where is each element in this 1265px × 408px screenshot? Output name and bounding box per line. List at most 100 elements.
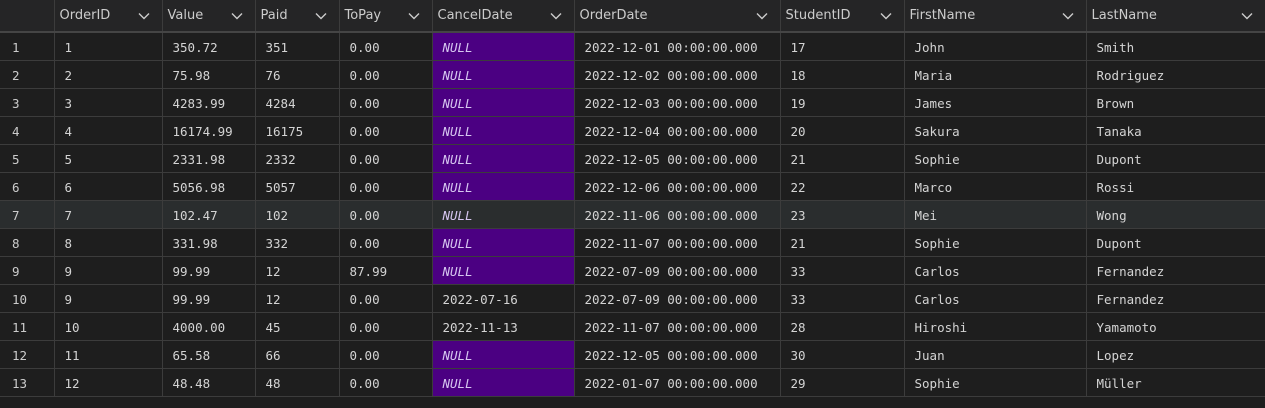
cell-cancel-date[interactable]: NULL <box>432 144 575 173</box>
cell-student-id[interactable]: 22 <box>780 172 905 201</box>
cell-to-pay[interactable]: 0.00 <box>339 340 433 369</box>
table-row[interactable]: 13 12 48.48 48 0.00 NULL 2022-01-07 00:00:00.0… <box>0 368 1265 397</box>
table-row[interactable]: 3 3 4283.99 4284 0.00 NULL 2022-12-03 00:00:00… <box>0 88 1265 117</box>
cell-to-pay[interactable]: 0.00 <box>339 116 433 145</box>
row-number-cell[interactable]: 2 <box>0 60 55 89</box>
cell-student-id[interactable]: 18 <box>780 60 905 89</box>
chevron-down-icon[interactable] <box>406 8 422 24</box>
cell-paid[interactable]: 66 <box>255 340 340 369</box>
cell-order-date[interactable]: 2022-12-05 00:00:00.000 <box>574 340 781 369</box>
cell-cancel-date[interactable]: NULL <box>432 88 575 117</box>
row-number-cell[interactable]: 3 <box>0 88 55 117</box>
cell-first-name[interactable]: James <box>904 88 1087 117</box>
cell-value[interactable]: 65.58 <box>162 340 256 369</box>
row-number-cell[interactable]: 12 <box>0 340 55 369</box>
cell-order-id[interactable]: 8 <box>54 228 163 257</box>
cell-paid[interactable]: 76 <box>255 60 340 89</box>
chevron-down-icon[interactable] <box>229 8 245 24</box>
cell-student-id[interactable]: 21 <box>780 228 905 257</box>
cell-to-pay[interactable]: 0.00 <box>339 60 433 89</box>
cell-student-id[interactable]: 29 <box>780 368 905 397</box>
cell-order-id[interactable]: 7 <box>54 200 163 229</box>
cell-value[interactable]: 48.48 <box>162 368 256 397</box>
cell-order-id[interactable]: 3 <box>54 88 163 117</box>
cell-paid[interactable]: 102 <box>255 200 340 229</box>
cell-paid[interactable]: 48 <box>255 368 340 397</box>
cell-paid[interactable]: 12 <box>255 284 340 313</box>
table-row[interactable]: 6 6 5056.98 5057 0.00 NULL 2022-12-06 00:00:00… <box>0 172 1265 201</box>
cell-order-id[interactable]: 11 <box>54 340 163 369</box>
cell-cancel-date[interactable]: NULL <box>432 172 575 201</box>
cell-order-id[interactable]: 4 <box>54 116 163 145</box>
cell-paid[interactable]: 351 <box>255 32 340 61</box>
cell-last-name[interactable]: Dupont <box>1086 144 1265 173</box>
column-header-paid[interactable]: Paid <box>255 0 340 33</box>
cell-order-id[interactable]: 5 <box>54 144 163 173</box>
cell-last-name[interactable]: Rodriguez <box>1086 60 1265 89</box>
row-number-cell[interactable]: 4 <box>0 116 55 145</box>
cell-last-name[interactable]: Fernandez <box>1086 256 1265 285</box>
table-row[interactable]: 12 11 65.58 66 0.00 NULL 2022-12-05 00:00:00.0… <box>0 340 1265 369</box>
cell-value[interactable]: 350.72 <box>162 32 256 61</box>
column-header-value[interactable]: Value <box>162 0 256 33</box>
cell-value[interactable]: 4283.99 <box>162 88 256 117</box>
cell-last-name[interactable]: Smith <box>1086 32 1265 61</box>
cell-to-pay[interactable]: 0.00 <box>339 32 433 61</box>
cell-order-id[interactable]: 9 <box>54 256 163 285</box>
cell-student-id[interactable]: 19 <box>780 88 905 117</box>
cell-first-name[interactable]: Maria <box>904 60 1087 89</box>
cell-last-name[interactable]: Dupont <box>1086 228 1265 257</box>
cell-order-date[interactable]: 2022-11-07 00:00:00.000 <box>574 228 781 257</box>
row-number-cell[interactable]: 13 <box>0 368 55 397</box>
cell-last-name[interactable]: Wong <box>1086 200 1265 229</box>
cell-order-id[interactable]: 6 <box>54 172 163 201</box>
cell-value[interactable]: 102.47 <box>162 200 256 229</box>
column-header-cancel-date[interactable]: CancelDate <box>432 0 575 33</box>
cell-first-name[interactable]: Sophie <box>904 144 1087 173</box>
cell-to-pay[interactable]: 87.99 <box>339 256 433 285</box>
cell-first-name[interactable]: Marco <box>904 172 1087 201</box>
cell-first-name[interactable]: Juan <box>904 340 1087 369</box>
cell-last-name[interactable]: Rossi <box>1086 172 1265 201</box>
row-number-cell[interactable]: 6 <box>0 172 55 201</box>
cell-cancel-date[interactable]: NULL <box>432 116 575 145</box>
cell-last-name[interactable]: Fernandez <box>1086 284 1265 313</box>
cell-order-date[interactable]: 2022-12-06 00:00:00.000 <box>574 172 781 201</box>
cell-student-id[interactable]: 30 <box>780 340 905 369</box>
cell-cancel-date[interactable]: NULL <box>432 60 575 89</box>
cell-to-pay[interactable]: 0.00 <box>339 144 433 173</box>
column-header-order-date[interactable]: OrderDate <box>574 0 781 33</box>
cell-order-date[interactable]: 2022-12-03 00:00:00.000 <box>574 88 781 117</box>
cell-to-pay[interactable]: 0.00 <box>339 368 433 397</box>
cell-to-pay[interactable]: 0.00 <box>339 228 433 257</box>
cell-last-name[interactable]: Brown <box>1086 88 1265 117</box>
cell-order-date[interactable]: 2022-12-01 00:00:00.000 <box>574 32 781 61</box>
row-number-cell[interactable]: 8 <box>0 228 55 257</box>
table-row[interactable]: 8 8 331.98 332 0.00 NULL 2022-11-07 00:00:00.0… <box>0 228 1265 257</box>
column-header-student-id[interactable]: StudentID <box>780 0 905 33</box>
cell-student-id[interactable]: 17 <box>780 32 905 61</box>
cell-to-pay[interactable]: 0.00 <box>339 172 433 201</box>
cell-value[interactable]: 16174.99 <box>162 116 256 145</box>
cell-to-pay[interactable]: 0.00 <box>339 200 433 229</box>
cell-first-name[interactable]: Mei <box>904 200 1087 229</box>
chevron-down-icon[interactable] <box>878 8 894 24</box>
column-header-row-number[interactable] <box>0 0 55 33</box>
table-row[interactable]: 4 4 16174.99 16175 0.00 NULL 2022-12-04 00:00:… <box>0 116 1265 145</box>
cell-first-name[interactable]: Sakura <box>904 116 1087 145</box>
cell-order-date[interactable]: 2022-07-09 00:00:00.000 <box>574 284 781 313</box>
chevron-down-icon[interactable] <box>1239 8 1255 24</box>
cell-last-name[interactable]: Müller <box>1086 368 1265 397</box>
cell-paid[interactable]: 16175 <box>255 116 340 145</box>
table-row[interactable]: 10 9 99.99 12 0.00 2022-07-16 2022-07-09 00:00… <box>0 284 1265 313</box>
table-row[interactable]: 2 2 75.98 76 0.00 NULL 2022-12-02 00:00:00.000… <box>0 60 1265 89</box>
cell-student-id[interactable]: 21 <box>780 144 905 173</box>
results-grid[interactable]: OrderID Value Paid ToPay CancelDate OrderDate… <box>0 0 1265 408</box>
row-number-cell[interactable]: 7 <box>0 200 55 229</box>
cell-cancel-date[interactable]: NULL <box>432 228 575 257</box>
cell-value[interactable]: 99.99 <box>162 256 256 285</box>
table-row[interactable]: 1 1 350.72 351 0.00 NULL 2022-12-01 00:00:00.0… <box>0 32 1265 61</box>
cell-last-name[interactable]: Yamamoto <box>1086 312 1265 341</box>
table-row[interactable]: 11 10 4000.00 45 0.00 2022-11-13 2022-11-07 00… <box>0 312 1265 341</box>
cell-cancel-date[interactable]: NULL <box>432 200 575 229</box>
